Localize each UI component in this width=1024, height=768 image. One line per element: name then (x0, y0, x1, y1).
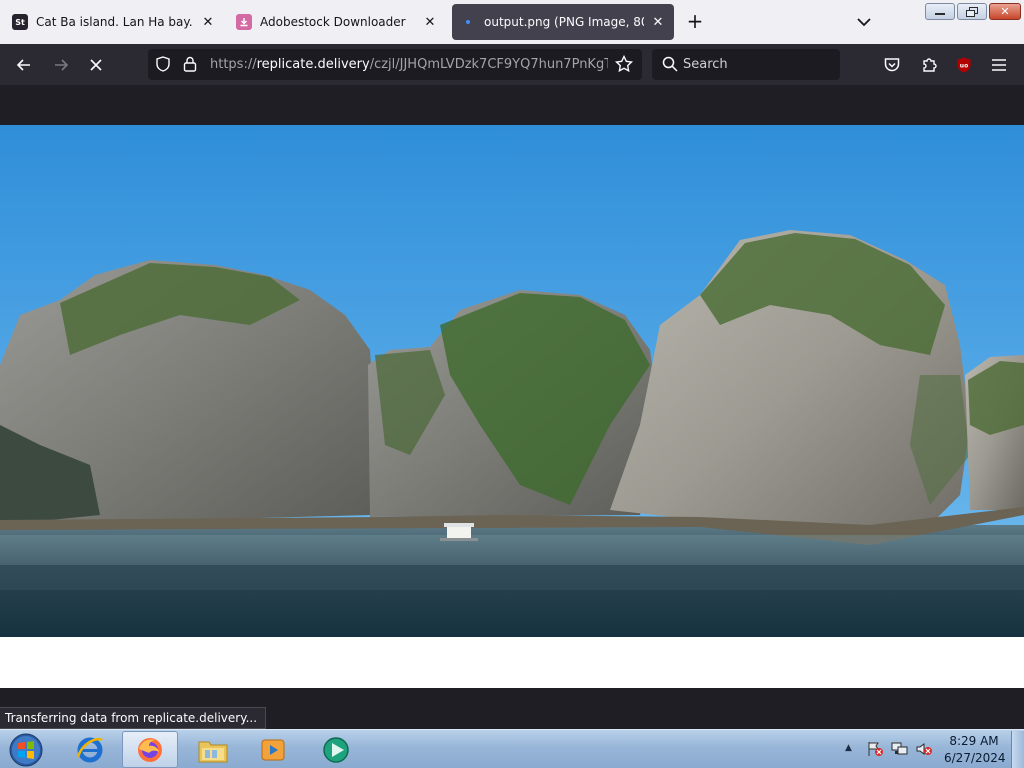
loading-dot-icon (460, 14, 476, 30)
tab-adobestock-downloader[interactable]: Adobestock Downloader ✕ (228, 4, 446, 40)
hamburger-menu-icon[interactable] (988, 54, 1010, 76)
svg-text:uo: uo (960, 63, 968, 70)
stop-loading-icon[interactable] (83, 52, 109, 78)
search-icon (662, 56, 678, 72)
search-input[interactable]: Search (683, 57, 728, 72)
forward-arrow-icon[interactable] (48, 52, 74, 78)
clock-date[interactable]: 6/27/2024 (944, 751, 1006, 765)
karst-islands-photo (0, 125, 1024, 637)
close-tab-icon[interactable]: ✕ (422, 14, 438, 30)
action-center-flag-icon[interactable] (866, 741, 884, 757)
media-app-play-icon[interactable] (308, 731, 364, 768)
page-content: Transferring data from replicate.deliver… (0, 85, 1024, 729)
lock-icon[interactable] (182, 55, 198, 73)
tab-title: Adobestock Downloader (260, 15, 406, 29)
network-icon[interactable] (891, 741, 909, 757)
close-tab-icon[interactable]: ✕ (200, 14, 216, 30)
address-bar[interactable]: https://replicate.delivery/czjl/JJHQmLVD… (148, 49, 642, 80)
show-desktop-button[interactable] (1011, 731, 1024, 768)
url-text[interactable]: https://replicate.delivery/czjl/JJHQmLVD… (210, 57, 608, 72)
ublock-origin-icon[interactable]: uo (953, 54, 975, 76)
volume-muted-icon[interactable] (915, 741, 933, 757)
clock-time[interactable]: 8:29 AM (944, 734, 1004, 748)
bookmark-star-icon[interactable] (614, 54, 634, 74)
tab-strip: St Cat Ba island. Lan Ha bay. Hai p ✕ Ad… (0, 0, 1024, 44)
image-bottom-area (0, 637, 1024, 688)
tab-title: Cat Ba island. Lan Ha bay. Hai p (36, 15, 194, 29)
status-bar: Transferring data from replicate.deliver… (0, 707, 267, 729)
close-tab-icon[interactable]: ✕ (650, 14, 666, 30)
show-hidden-icons-arrow-icon[interactable]: ▲ (845, 743, 855, 753)
firefox-taskbar-icon[interactable] (122, 731, 178, 768)
list-all-tabs-chevron-down-icon[interactable] (854, 12, 874, 32)
minimize-window-button[interactable] (925, 3, 955, 20)
tracking-protection-shield-icon[interactable] (154, 55, 172, 73)
extensions-puzzle-icon[interactable] (918, 54, 940, 76)
tab-cat-ba-island[interactable]: St Cat Ba island. Lan Ha bay. Hai p ✕ (4, 4, 224, 40)
pocket-icon[interactable] (881, 54, 903, 76)
search-bar[interactable]: Search (652, 49, 840, 80)
tab-output-png[interactable]: output.png (PNG Image, 8000 × ✕ (452, 4, 674, 40)
start-button-windows-orb-icon[interactable] (6, 732, 46, 768)
internet-explorer-icon[interactable] (62, 731, 118, 768)
close-window-button[interactable]: ✕ (989, 3, 1021, 20)
download-favicon-icon (236, 14, 252, 30)
windows-explorer-folder-icon[interactable] (185, 731, 241, 768)
new-tab-plus-icon[interactable]: + (684, 10, 706, 32)
tab-title: output.png (PNG Image, 8000 × (484, 15, 644, 29)
back-arrow-icon[interactable] (11, 52, 37, 78)
stock-site-favicon-icon: St (12, 14, 28, 30)
navigation-toolbar: https://replicate.delivery/czjl/JJHQmLVD… (0, 44, 1024, 85)
windows-taskbar: ▲ 8:29 AM 6/27/2024 (0, 729, 1024, 768)
restore-window-button[interactable] (957, 3, 987, 20)
media-player-icon[interactable] (245, 731, 301, 768)
